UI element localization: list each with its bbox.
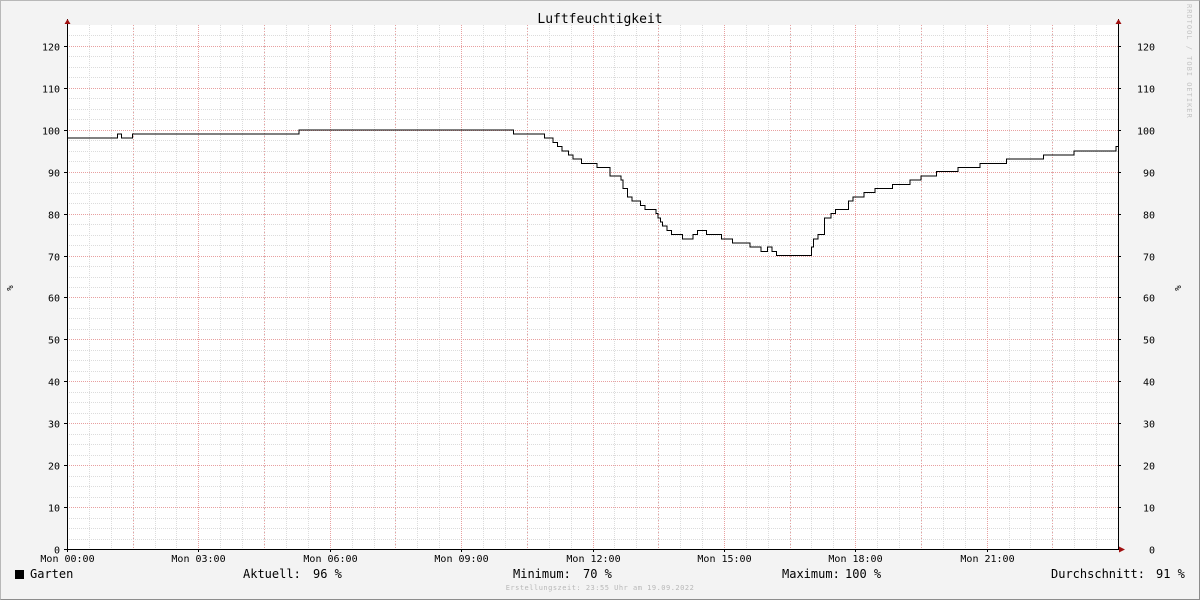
y-tick-label-right: 30	[1143, 420, 1155, 431]
legend-stat-aktuell-value: 96 %	[313, 567, 342, 581]
y-tick-label-left: 30	[48, 420, 60, 431]
y-tick-label-right: 110	[1137, 85, 1155, 96]
legend-swatch	[15, 570, 24, 579]
x-tick-label: Mon 09:00	[434, 554, 488, 565]
x-tick-label: Mon 21:00	[960, 554, 1014, 565]
y-tick-label-left: 120	[42, 43, 60, 54]
legend-stat-aktuell-label: Aktuell:	[243, 567, 301, 581]
y-tick-label-left: 80	[48, 211, 60, 222]
y-tick-label-left: 70	[48, 253, 60, 264]
legend-series-name: Garten	[30, 567, 74, 581]
x-axis-arrow	[1119, 546, 1125, 553]
y-tick-label-right: 50	[1143, 336, 1155, 347]
y-tick-label-left: 60	[48, 294, 60, 305]
y-axis-left-arrow	[64, 19, 71, 24]
x-tick-label: Mon 06:00	[303, 554, 357, 565]
x-tick-label: Mon 18:00	[828, 554, 882, 565]
x-tick-label: Mon 03:00	[171, 554, 225, 565]
legend-stat-maximum-label: Maximum:	[782, 567, 840, 581]
y-tick-label-right: 0	[1149, 546, 1155, 557]
y-tick-label-right: 120	[1137, 43, 1155, 54]
y-tick-label-right: 70	[1143, 253, 1155, 264]
y-tick-label-right: 60	[1143, 294, 1155, 305]
legend-stat-maximum-value: 100 %	[845, 567, 882, 581]
legend-stat-durchschnitt-value: 91 %	[1156, 567, 1185, 581]
y-tick-label-right: 90	[1143, 169, 1155, 180]
y-axis-label-left: %	[6, 285, 16, 291]
y-tick-label-right: 10	[1143, 504, 1155, 515]
y-tick-label-left: 20	[48, 462, 60, 473]
y-tick-label-left: 90	[48, 169, 60, 180]
legend-stat-minimum-label: Minimum:	[513, 567, 571, 581]
rrdtool-watermark: RRDTOOL / TOBI OETIKER	[1185, 4, 1193, 119]
legend-stat-durchschnitt-label: Durchschnitt:	[1051, 567, 1145, 581]
x-tick-label: Mon 15:00	[697, 554, 751, 565]
y-tick-label-right: 100	[1137, 127, 1155, 138]
humidity-chart: 0 010 1020 2030 3040 4050 5060 6070 7080 8090 9010…	[6, 12, 1184, 565]
legend-stat-minimum-value: 70 %	[583, 567, 612, 581]
x-tick-label: Mon 00:00	[40, 554, 94, 565]
y-tick-label-left: 110	[42, 85, 60, 96]
creation-time-credit: Erstellungszeit: 23:55 Uhr am 19.09.2022	[505, 584, 695, 592]
y-tick-label-right: 20	[1143, 462, 1155, 473]
y-axis-right-arrow	[1115, 19, 1122, 24]
y-tick-label-left: 100	[42, 127, 60, 138]
y-axis-label-right: %	[1174, 285, 1184, 291]
y-tick-label-right: 40	[1143, 378, 1155, 389]
x-tick-label: Mon 12:00	[566, 554, 620, 565]
y-tick-label-left: 50	[48, 336, 60, 347]
y-tick-label-left: 40	[48, 378, 60, 389]
y-tick-label-left: 10	[48, 504, 60, 515]
y-tick-label-right: 80	[1143, 211, 1155, 222]
plot-canvas	[67, 25, 1118, 549]
chart-title: Luftfeuchtigkeit	[537, 12, 662, 27]
